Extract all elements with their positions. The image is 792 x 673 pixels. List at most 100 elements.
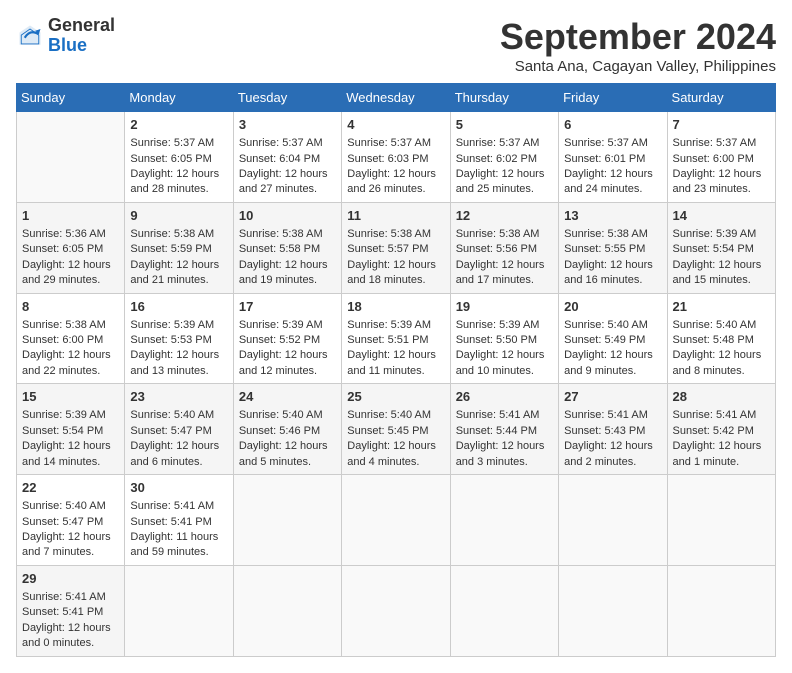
cell-line: Daylight: 12 hours	[130, 439, 227, 454]
calendar-cell: 29Sunrise: 5:41 AMSunset: 5:41 PMDayligh…	[17, 565, 125, 656]
day-number: 1	[22, 207, 119, 225]
cell-line: Daylight: 11 hours	[130, 530, 227, 545]
day-header-friday: Friday	[559, 84, 667, 112]
cell-line: Daylight: 12 hours	[347, 439, 444, 454]
cell-line: Daylight: 12 hours	[564, 348, 661, 363]
cell-line: Daylight: 12 hours	[239, 348, 336, 363]
cell-line: Sunset: 5:43 PM	[564, 424, 661, 439]
day-number: 18	[347, 298, 444, 316]
cell-line: Sunrise: 5:38 AM	[239, 227, 336, 242]
logo-icon	[16, 22, 44, 50]
calendar-cell: 1Sunrise: 5:36 AMSunset: 6:05 PMDaylight…	[17, 202, 125, 293]
cell-line: and 22 minutes.	[22, 364, 119, 379]
cell-line: Daylight: 12 hours	[22, 348, 119, 363]
calendar-cell: 4Sunrise: 5:37 AMSunset: 6:03 PMDaylight…	[342, 112, 450, 203]
day-number: 26	[456, 388, 553, 406]
cell-line: Sunset: 5:48 PM	[673, 333, 770, 348]
cell-line: Daylight: 12 hours	[673, 439, 770, 454]
calendar-cell	[559, 475, 667, 566]
cell-line: Daylight: 12 hours	[239, 258, 336, 273]
calendar-body: 2Sunrise: 5:37 AMSunset: 6:05 PMDaylight…	[17, 112, 776, 657]
cell-line: Daylight: 12 hours	[347, 167, 444, 182]
day-number: 9	[130, 207, 227, 225]
cell-line: Sunrise: 5:37 AM	[564, 136, 661, 151]
cell-line: and 4 minutes.	[347, 455, 444, 470]
calendar-cell	[17, 112, 125, 203]
cell-line: and 1 minute.	[673, 455, 770, 470]
cell-line: Sunset: 5:54 PM	[22, 424, 119, 439]
days-of-week-row: SundayMondayTuesdayWednesdayThursdayFrid…	[17, 84, 776, 112]
title-block: September 2024 Santa Ana, Cagayan Valley…	[500, 16, 776, 75]
cell-line: Daylight: 12 hours	[673, 167, 770, 182]
cell-line: and 24 minutes.	[564, 182, 661, 197]
day-number: 20	[564, 298, 661, 316]
cell-line: Daylight: 12 hours	[456, 348, 553, 363]
cell-line: Sunrise: 5:41 AM	[22, 590, 119, 605]
cell-line: Sunset: 5:50 PM	[456, 333, 553, 348]
calendar-table: SundayMondayTuesdayWednesdayThursdayFrid…	[16, 83, 776, 657]
calendar-cell: 6Sunrise: 5:37 AMSunset: 6:01 PMDaylight…	[559, 112, 667, 203]
calendar-cell: 14Sunrise: 5:39 AMSunset: 5:54 PMDayligh…	[667, 202, 775, 293]
day-number: 29	[22, 570, 119, 588]
cell-line: Sunset: 6:00 PM	[22, 333, 119, 348]
cell-line: Sunset: 6:02 PM	[456, 152, 553, 167]
day-number: 24	[239, 388, 336, 406]
cell-line: Daylight: 12 hours	[130, 167, 227, 182]
day-number: 19	[456, 298, 553, 316]
cell-line: Sunrise: 5:36 AM	[22, 227, 119, 242]
cell-line: Sunrise: 5:37 AM	[347, 136, 444, 151]
calendar-cell: 2Sunrise: 5:37 AMSunset: 6:05 PMDaylight…	[125, 112, 233, 203]
cell-line: Daylight: 12 hours	[456, 167, 553, 182]
week-row-4: 22Sunrise: 5:40 AMSunset: 5:47 PMDayligh…	[17, 475, 776, 566]
cell-line: Sunrise: 5:40 AM	[22, 499, 119, 514]
day-number: 2	[130, 116, 227, 134]
cell-line: Sunset: 6:04 PM	[239, 152, 336, 167]
cell-line: Sunset: 5:49 PM	[564, 333, 661, 348]
cell-line: Sunset: 5:58 PM	[239, 242, 336, 257]
day-number: 6	[564, 116, 661, 134]
cell-line: Sunrise: 5:37 AM	[130, 136, 227, 151]
cell-line: Sunrise: 5:40 AM	[347, 408, 444, 423]
cell-line: Sunset: 5:53 PM	[130, 333, 227, 348]
calendar-cell: 28Sunrise: 5:41 AMSunset: 5:42 PMDayligh…	[667, 384, 775, 475]
cell-line: Sunrise: 5:40 AM	[130, 408, 227, 423]
cell-line: Sunrise: 5:39 AM	[130, 318, 227, 333]
day-number: 3	[239, 116, 336, 134]
page-header: General Blue September 2024 Santa Ana, C…	[16, 16, 776, 75]
cell-line: Daylight: 12 hours	[22, 439, 119, 454]
cell-line: Sunrise: 5:39 AM	[673, 227, 770, 242]
calendar-header: SundayMondayTuesdayWednesdayThursdayFrid…	[17, 84, 776, 112]
calendar-cell: 5Sunrise: 5:37 AMSunset: 6:02 PMDaylight…	[450, 112, 558, 203]
page-title: September 2024	[500, 16, 776, 58]
calendar-cell: 26Sunrise: 5:41 AMSunset: 5:44 PMDayligh…	[450, 384, 558, 475]
cell-line: and 29 minutes.	[22, 273, 119, 288]
calendar-cell: 12Sunrise: 5:38 AMSunset: 5:56 PMDayligh…	[450, 202, 558, 293]
cell-line: Sunrise: 5:37 AM	[239, 136, 336, 151]
page-subtitle: Santa Ana, Cagayan Valley, Philippines	[500, 58, 776, 75]
cell-line: and 26 minutes.	[347, 182, 444, 197]
cell-line: Sunrise: 5:37 AM	[673, 136, 770, 151]
cell-line: Sunrise: 5:39 AM	[239, 318, 336, 333]
cell-line: Daylight: 12 hours	[673, 258, 770, 273]
calendar-cell: 22Sunrise: 5:40 AMSunset: 5:47 PMDayligh…	[17, 475, 125, 566]
cell-line: Sunrise: 5:39 AM	[456, 318, 553, 333]
cell-line: Sunrise: 5:39 AM	[22, 408, 119, 423]
calendar-cell	[450, 565, 558, 656]
cell-line: Sunrise: 5:41 AM	[564, 408, 661, 423]
cell-line: and 28 minutes.	[130, 182, 227, 197]
cell-line: and 13 minutes.	[130, 364, 227, 379]
cell-line: Sunrise: 5:38 AM	[347, 227, 444, 242]
cell-line: Sunset: 6:00 PM	[673, 152, 770, 167]
day-number: 28	[673, 388, 770, 406]
day-number: 21	[673, 298, 770, 316]
cell-line: Sunrise: 5:38 AM	[130, 227, 227, 242]
cell-line: and 21 minutes.	[130, 273, 227, 288]
cell-line: Daylight: 12 hours	[22, 530, 119, 545]
cell-line: Sunset: 5:54 PM	[673, 242, 770, 257]
cell-line: Daylight: 12 hours	[130, 348, 227, 363]
cell-line: Daylight: 12 hours	[347, 258, 444, 273]
day-header-saturday: Saturday	[667, 84, 775, 112]
cell-line: and 17 minutes.	[456, 273, 553, 288]
calendar-cell: 20Sunrise: 5:40 AMSunset: 5:49 PMDayligh…	[559, 293, 667, 384]
day-number: 10	[239, 207, 336, 225]
